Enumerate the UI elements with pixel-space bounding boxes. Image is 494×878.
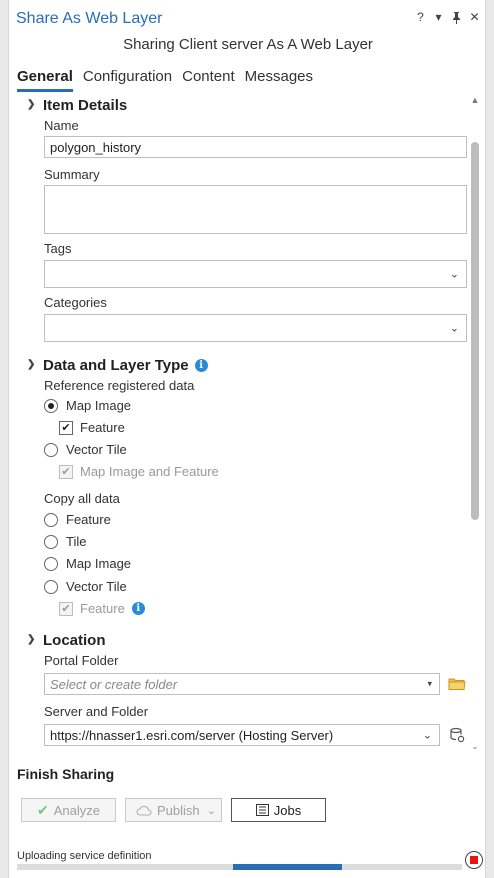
chevron-down-icon: ⌄ — [206, 804, 216, 817]
data-layer-type-heading: Data and Layer Type — [43, 357, 189, 374]
name-label: Name — [44, 118, 79, 133]
ref-map-image-radio[interactable]: Map Image — [44, 398, 131, 413]
radio-label: Map Image — [66, 556, 132, 571]
progress-fill — [233, 864, 342, 870]
jobs-label: Jobs — [273, 802, 302, 818]
tab-strip: General Configuration Content Messages — [17, 68, 313, 92]
checkbox-label: Map Image and Feature — [80, 464, 219, 479]
server-settings-icon[interactable] — [449, 727, 465, 743]
location-heading: Location — [43, 632, 106, 649]
scroll-up-icon[interactable]: ▲ — [469, 94, 481, 106]
copy-vt-feature-checkbox: ✔ Feature i — [59, 601, 145, 616]
finish-sharing-heading: Finish Sharing — [17, 766, 115, 782]
scroll-down-icon[interactable]: ⌄ — [469, 740, 481, 752]
server-folder-label: Server and Folder — [44, 704, 149, 719]
ref-vector-tile-radio[interactable]: Vector Tile — [44, 442, 127, 457]
analyze-label: Analyze — [53, 802, 100, 818]
portal-folder-label: Portal Folder — [44, 653, 119, 668]
radio-unselected-icon — [44, 579, 58, 594]
tab-general[interactable]: General — [17, 68, 73, 92]
pane-title: Share As Web Layer — [16, 10, 163, 27]
summary-field[interactable] — [44, 185, 467, 234]
tab-content[interactable]: Content — [182, 68, 235, 92]
location-header[interactable]: ❯ Location — [27, 632, 106, 649]
tab-configuration[interactable]: Configuration — [83, 68, 172, 92]
chevron-down-icon[interactable]: ⌄ — [450, 322, 459, 335]
ref-map-image-and-feature-checkbox: ✔ Map Image and Feature — [59, 464, 219, 479]
tab-messages[interactable]: Messages — [245, 68, 313, 92]
name-field[interactable]: polygon_history — [44, 136, 467, 158]
pin-icon[interactable] — [450, 9, 463, 25]
analyze-button: ✔ Analyze — [21, 798, 116, 822]
item-details-heading: Item Details — [43, 97, 128, 114]
stop-icon[interactable] — [465, 851, 483, 869]
share-as-web-layer-pane: Share As Web Layer ? ▾ ✕ Sharing Client … — [8, 0, 486, 878]
radio-label: Vector Tile — [66, 579, 127, 594]
radio-unselected-icon — [44, 534, 58, 549]
ref-feature-checkbox[interactable]: ✔ Feature — [59, 420, 125, 435]
radio-selected-icon — [44, 398, 58, 413]
scrollbar-thumb[interactable] — [471, 142, 479, 520]
item-details-header[interactable]: ❯ Item Details — [27, 97, 127, 114]
title-bar: Share As Web Layer ? ▾ ✕ — [9, 0, 487, 36]
chevron-down-icon[interactable]: ⌄ — [450, 268, 459, 281]
cloud-upload-icon — [136, 805, 152, 816]
reference-registered-label: Reference registered data — [44, 378, 195, 393]
summary-label: Summary — [44, 167, 100, 182]
close-icon[interactable]: ✕ — [468, 9, 481, 25]
radio-label: Feature — [66, 512, 111, 527]
radio-unselected-icon — [44, 556, 58, 571]
general-scroll-area: ❯ Item Details Name polygon_history Summ… — [9, 94, 487, 752]
checkbox-label: Feature — [80, 420, 125, 435]
pane-subtitle: Sharing Client server As A Web Layer — [123, 36, 373, 53]
checkmark-icon: ✔ — [59, 601, 73, 616]
data-layer-type-header[interactable]: ❯ Data and Layer Type i — [27, 357, 208, 374]
help-icon[interactable]: ? — [414, 9, 427, 25]
radio-label: Map Image — [66, 398, 132, 413]
copy-feature-radio[interactable]: Feature — [44, 512, 111, 527]
radio-unselected-icon — [44, 442, 58, 457]
checkmark-icon: ✔ — [59, 464, 73, 479]
tags-combobox[interactable]: ⌄ — [44, 260, 467, 288]
copy-map-image-radio[interactable]: Map Image — [44, 556, 131, 571]
publish-button: Publish ⌄ — [125, 798, 222, 822]
copy-vector-tile-radio[interactable]: Vector Tile — [44, 579, 127, 594]
copy-tile-radio[interactable]: Tile — [44, 534, 86, 549]
server-combobox[interactable]: https://hnasser1.esri.com/server (Hostin… — [44, 724, 440, 746]
checkbox-label: Feature — [80, 601, 125, 616]
chevron-down-icon: ❯ — [27, 99, 36, 110]
chevron-down-icon[interactable]: ⌄ — [423, 729, 432, 742]
options-chevron-icon[interactable]: ▾ — [432, 9, 445, 25]
chevron-down-icon: ❯ — [27, 634, 36, 645]
tags-label: Tags — [44, 241, 72, 256]
radio-unselected-icon — [44, 512, 58, 527]
radio-label: Vector Tile — [66, 442, 127, 457]
info-icon[interactable]: i — [131, 602, 145, 615]
checkmark-icon: ✔ — [59, 420, 73, 435]
publish-label: Publish — [157, 802, 200, 818]
portal-folder-combobox[interactable]: Select or create folder ▾ — [44, 673, 440, 695]
radio-label: Tile — [66, 534, 87, 549]
portal-folder-placeholder: Select or create folder — [50, 677, 178, 692]
caret-down-icon[interactable]: ▾ — [427, 679, 432, 690]
status-text: Uploading service definition — [17, 850, 152, 862]
copy-all-data-label: Copy all data — [44, 491, 120, 506]
upload-progress-bar — [17, 864, 462, 870]
title-controls: ? ▾ ✕ — [414, 9, 481, 25]
checkmark-icon: ✔ — [37, 801, 49, 818]
categories-combobox[interactable]: ⌄ — [44, 314, 467, 342]
categories-label: Categories — [44, 295, 107, 310]
vertical-scrollbar[interactable]: ▲ ⌄ — [469, 94, 481, 752]
chevron-down-icon: ❯ — [27, 359, 36, 370]
jobs-list-icon — [255, 804, 269, 816]
server-value: https://hnasser1.esri.com/server (Hostin… — [50, 728, 334, 743]
jobs-button[interactable]: Jobs — [231, 798, 326, 822]
info-icon[interactable]: i — [194, 359, 208, 372]
folder-icon[interactable] — [448, 677, 466, 690]
